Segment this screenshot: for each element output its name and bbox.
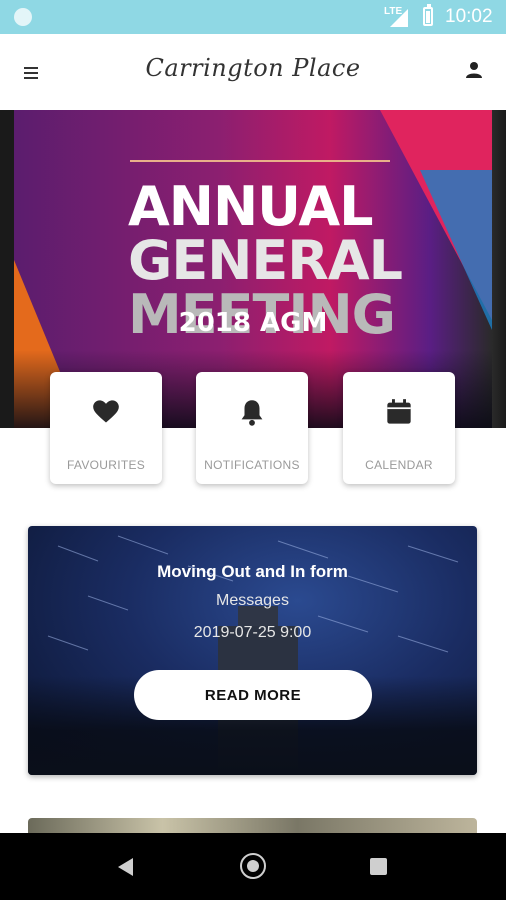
tile-label: FAVOURITES bbox=[66, 458, 146, 472]
user-icon[interactable] bbox=[465, 61, 483, 79]
signal-icon bbox=[390, 9, 408, 27]
tile-label: NOTIFICATIONS bbox=[204, 458, 300, 472]
calendar-icon bbox=[387, 399, 411, 424]
read-more-button[interactable]: READ MORE bbox=[134, 670, 372, 720]
post-category: Messages bbox=[216, 592, 289, 609]
brand-title: Carrington Place bbox=[145, 54, 361, 82]
status-bar: LTE 10:02 bbox=[0, 0, 506, 34]
favourites-tile[interactable]: FAVOURITES bbox=[50, 372, 162, 484]
back-icon[interactable] bbox=[118, 858, 133, 876]
navigation-bar bbox=[0, 833, 506, 900]
home-icon[interactable] bbox=[240, 853, 266, 879]
calendar-tile[interactable]: CALENDAR bbox=[343, 372, 455, 484]
tile-label: CALENDAR bbox=[365, 458, 433, 472]
hero-subtitle: 2018 AGM bbox=[178, 308, 328, 338]
notification-dot-icon bbox=[14, 8, 32, 26]
hero-title-line: GENERAL bbox=[128, 229, 403, 292]
hero-divider bbox=[130, 160, 390, 162]
bell-icon bbox=[241, 400, 263, 426]
app-header: Carrington Place bbox=[0, 34, 506, 110]
hero-title-line: ANNUAL bbox=[128, 175, 374, 238]
post-title: Moving Out and In form bbox=[157, 562, 348, 581]
status-time: 10:02 bbox=[445, 6, 493, 27]
recent-apps-icon[interactable] bbox=[370, 858, 387, 875]
post-date: 2019-07-25 9:00 bbox=[193, 624, 312, 641]
notifications-tile[interactable]: NOTIFICATIONS bbox=[196, 372, 308, 484]
post-card[interactable]: Moving Out and In form Messages 2019-07-… bbox=[28, 526, 477, 775]
heart-icon bbox=[93, 400, 119, 423]
battery-icon bbox=[423, 4, 433, 26]
